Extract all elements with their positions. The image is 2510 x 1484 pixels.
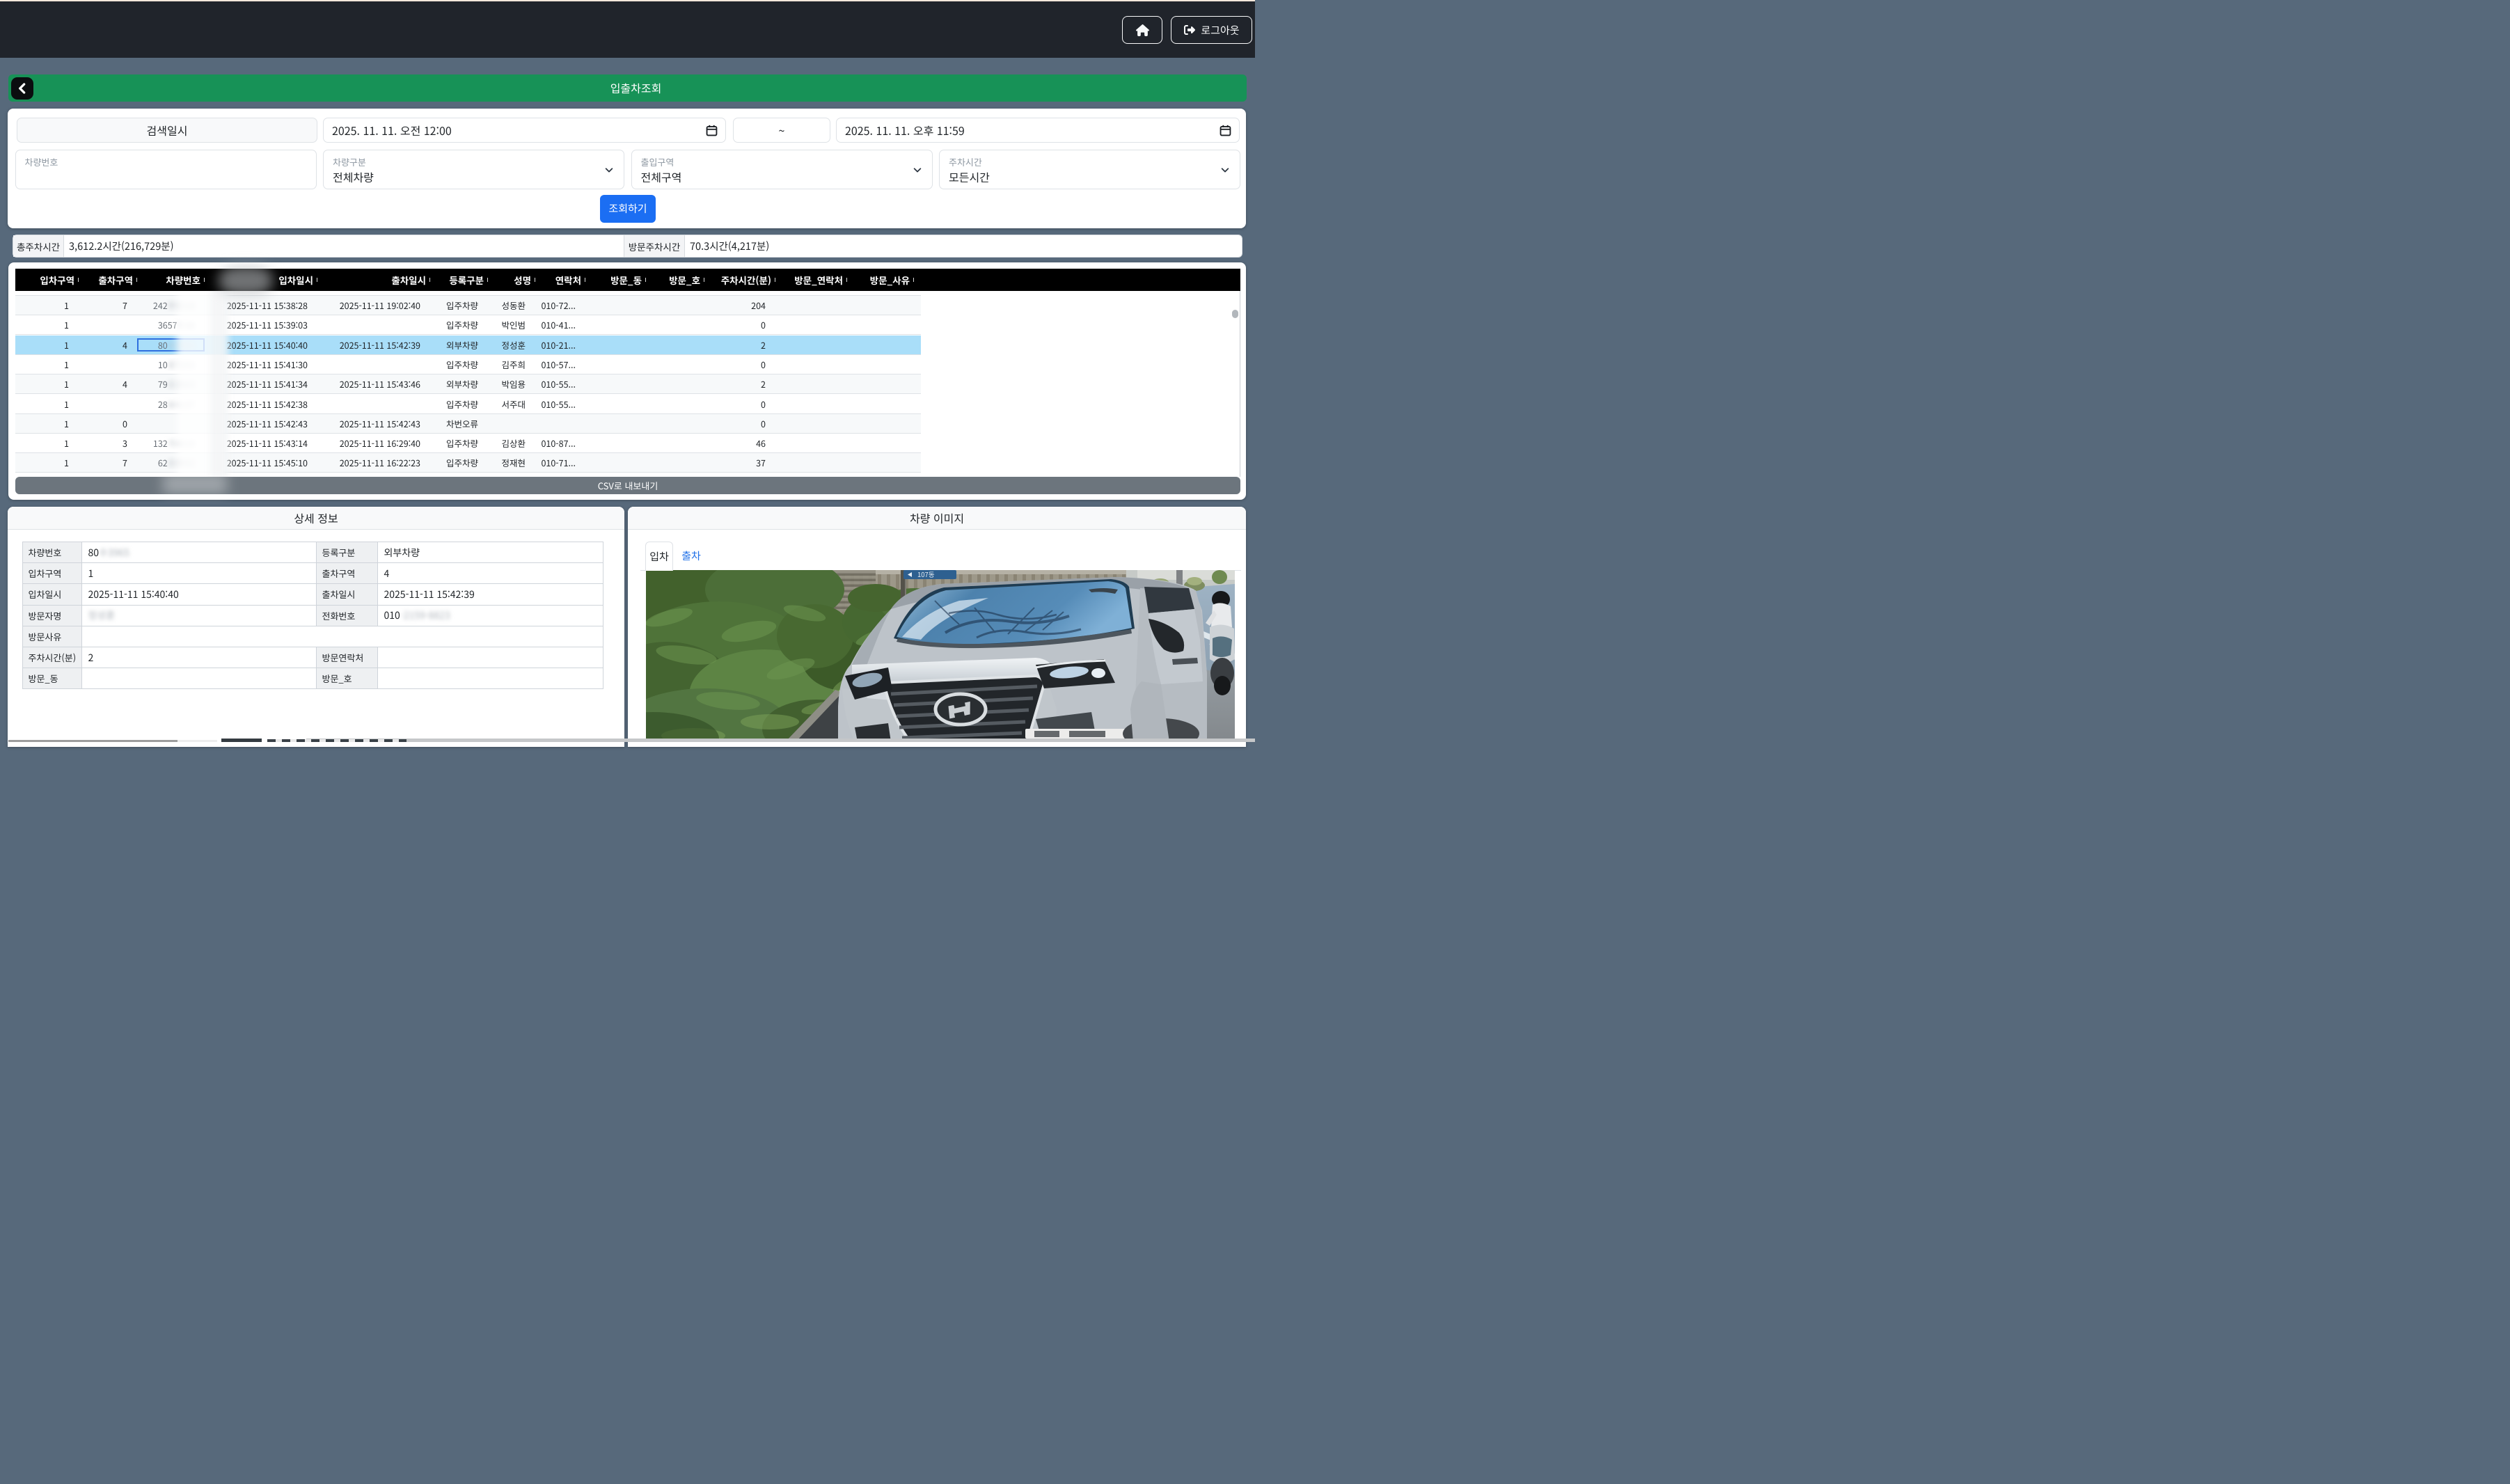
svg-text:107동: 107동 bbox=[917, 570, 935, 579]
